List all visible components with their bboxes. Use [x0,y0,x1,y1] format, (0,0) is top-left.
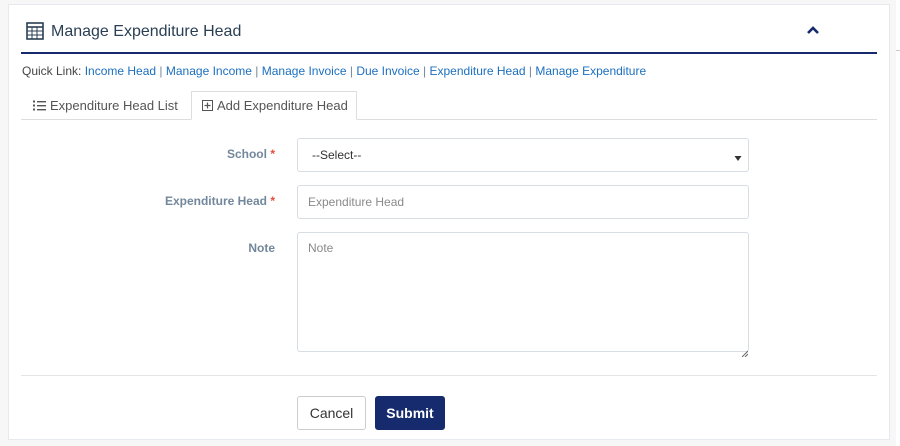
tab-bar: Expenditure Head List Add Expenditure He… [21,91,877,120]
link-due-invoice[interactable]: Due Invoice [356,64,419,78]
school-select-value: --Select-- [312,148,362,162]
panel-header: Manage Expenditure Head [21,5,877,54]
page-title: Manage Expenditure Head [51,23,242,40]
tab-expenditure-head-list[interactable]: Expenditure Head List [21,91,189,119]
caret-down-icon [734,151,742,165]
link-income-head[interactable]: Income Head [85,64,156,78]
submit-button[interactable]: Submit [375,396,445,430]
note-textarea[interactable] [297,232,749,352]
expenditure-head-label-text: Expenditure Head [164,194,267,208]
expenditure-head-input[interactable] [297,185,749,219]
link-separator: | [528,64,533,78]
list-icon [33,100,46,111]
quick-link-label: Quick Link: [22,64,82,78]
chevron-up-icon[interactable] [805,23,821,37]
cancel-button[interactable]: Cancel [297,396,366,430]
edge-divider [896,50,900,51]
adjacent-panel-edge [896,0,900,446]
link-manage-invoice[interactable]: Manage Invoice [262,64,347,78]
link-separator: | [349,64,353,78]
school-select[interactable]: --Select-- [297,138,749,172]
school-label-text: School [226,147,267,161]
link-manage-expenditure[interactable]: Manage Expenditure [535,64,646,78]
required-mark: * [270,147,275,161]
note-label: Note [248,241,275,255]
table-icon [26,22,44,40]
manage-expenditure-head-panel: Manage Expenditure Head Quick Link: Inco… [8,4,890,440]
required-mark: * [270,194,275,208]
tab-add-expenditure-head[interactable]: Add Expenditure Head [191,91,357,120]
school-label: School * [227,147,275,161]
form-divider [21,375,877,376]
link-expenditure-head[interactable]: Expenditure Head [430,64,526,78]
resize-grip-icon[interactable] [741,344,749,358]
link-separator: | [159,64,163,78]
quick-links: Quick Link: Income Head | Manage Income … [22,64,646,78]
link-separator: | [255,64,259,78]
link-manage-income[interactable]: Manage Income [166,64,252,78]
expenditure-head-label: Expenditure Head * [165,194,275,208]
plus-square-icon [202,100,213,111]
tab-label: Expenditure Head List [50,97,178,113]
link-separator: | [423,64,427,78]
tab-label: Add Expenditure Head [217,98,348,113]
